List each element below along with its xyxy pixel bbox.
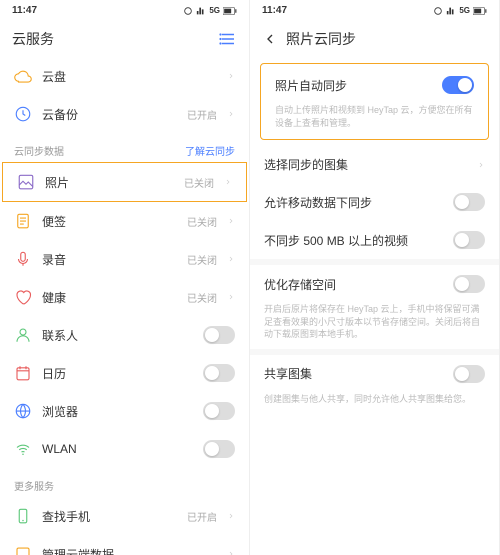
chevron-right-icon xyxy=(227,255,235,263)
section-title: 更多服务 xyxy=(14,478,54,493)
mic-icon xyxy=(14,250,32,268)
section-header: 云同步数据 了解云同步 xyxy=(0,133,249,162)
backup-icon xyxy=(14,105,32,123)
row-status: 已关闭 xyxy=(187,252,217,267)
status-time: 11:47 xyxy=(262,5,287,16)
heart-icon xyxy=(14,288,32,306)
find-phone-icon xyxy=(14,507,32,525)
row-find-phone[interactable]: 查找手机 已开启 xyxy=(0,497,249,535)
row-label: 管理云端数据 xyxy=(42,546,217,555)
status-bar: 11:47 5G xyxy=(0,0,249,21)
row-label: 便签 xyxy=(42,213,177,230)
row-label: WLAN xyxy=(42,442,193,456)
page-title: 云服务 xyxy=(12,29,211,49)
row-label: 健康 xyxy=(42,289,177,306)
wifi-icon xyxy=(14,440,32,458)
manage-icon xyxy=(14,545,32,555)
chevron-right-icon xyxy=(227,110,235,118)
row-browser[interactable]: 浏览器 xyxy=(0,392,249,430)
row-label: 录音 xyxy=(42,251,177,268)
row-share[interactable]: 共享图集 xyxy=(250,355,499,393)
page-title: 照片云同步 xyxy=(286,29,487,49)
chevron-right-icon xyxy=(227,550,235,555)
toggle-browser[interactable] xyxy=(203,402,235,420)
optimize-desc: 开启后原片将保存在 HeyTap 云上，手机中将保留可满足查看效果的小尺寸版本以… xyxy=(250,303,499,349)
row-select-albums[interactable]: 选择同步的图集 xyxy=(250,146,499,183)
learn-more-link[interactable]: 了解云同步 xyxy=(185,143,235,158)
row-status: 已关闭 xyxy=(187,290,217,305)
chevron-right-icon xyxy=(224,178,232,186)
row-status: 已关闭 xyxy=(187,214,217,229)
row-notes[interactable]: 便签 已关闭 xyxy=(0,202,249,240)
row-status: 已关闭 xyxy=(184,175,214,190)
status-time: 11:47 xyxy=(12,5,37,16)
row-label: 云备份 xyxy=(42,106,177,123)
list-icon[interactable] xyxy=(219,30,237,48)
chevron-right-icon xyxy=(227,72,235,80)
header: 云服务 xyxy=(0,21,249,57)
row-photos[interactable]: 照片 已关闭 xyxy=(2,162,247,202)
row-optimize[interactable]: 优化存储空间 xyxy=(250,265,499,303)
auto-sync-desc: 自动上传照片和视频到 HeyTap 云，方便您在所有设备上查看和管理。 xyxy=(261,104,488,137)
toggle-auto-sync[interactable] xyxy=(442,76,474,94)
row-cloud-disk[interactable]: 云盘 xyxy=(0,57,249,95)
contacts-icon xyxy=(14,326,32,344)
row-label: 日历 xyxy=(42,365,193,382)
toggle-share[interactable] xyxy=(453,365,485,383)
row-calendar[interactable]: 日历 xyxy=(0,354,249,392)
row-label: 照片 xyxy=(45,174,174,191)
toggle-mobile-data[interactable] xyxy=(453,193,485,211)
row-auto-sync[interactable]: 照片自动同步 xyxy=(261,66,488,104)
row-label: 优化存储空间 xyxy=(264,276,443,293)
toggle-calendar[interactable] xyxy=(203,364,235,382)
back-icon[interactable] xyxy=(262,31,278,47)
header: 照片云同步 xyxy=(250,21,499,57)
row-label: 照片自动同步 xyxy=(275,77,432,94)
toggle-skip-large[interactable] xyxy=(453,231,485,249)
auto-sync-card: 照片自动同步 自动上传照片和视频到 HeyTap 云，方便您在所有设备上查看和管… xyxy=(260,63,489,140)
chevron-right-icon xyxy=(227,293,235,301)
chevron-right-icon xyxy=(227,217,235,225)
row-wlan[interactable]: WLAN xyxy=(0,430,249,468)
row-label: 浏览器 xyxy=(42,403,193,420)
row-label: 选择同步的图集 xyxy=(264,156,467,173)
section-header: 更多服务 xyxy=(0,468,249,497)
status-icons: 5G xyxy=(183,6,237,16)
toggle-wlan[interactable] xyxy=(203,440,235,458)
row-cloud-backup[interactable]: 云备份 已开启 xyxy=(0,95,249,133)
row-label: 联系人 xyxy=(42,327,193,344)
row-manage-cloud[interactable]: 管理云端数据 xyxy=(0,535,249,555)
cloud-icon xyxy=(14,67,32,85)
notes-icon xyxy=(14,212,32,230)
row-mobile-data[interactable]: 允许移动数据下同步 xyxy=(250,183,499,221)
section-title: 云同步数据 xyxy=(14,143,64,158)
toggle-contacts[interactable] xyxy=(203,326,235,344)
toggle-optimize[interactable] xyxy=(453,275,485,293)
row-status: 已开启 xyxy=(187,509,217,524)
photo-icon xyxy=(17,173,35,191)
status-icons: 5G xyxy=(433,6,487,16)
browser-icon xyxy=(14,402,32,420)
row-health[interactable]: 健康 已关闭 xyxy=(0,278,249,316)
row-recordings[interactable]: 录音 已关闭 xyxy=(0,240,249,278)
row-label: 不同步 500 MB 以上的视频 xyxy=(264,232,443,249)
status-bar: 11:47 5G xyxy=(250,0,499,21)
calendar-icon xyxy=(14,364,32,382)
row-status: 已开启 xyxy=(187,107,217,122)
row-label: 云盘 xyxy=(42,68,217,85)
row-contacts[interactable]: 联系人 xyxy=(0,316,249,354)
share-desc: 创建图集与他人共享，同时允许他人共享图集给您。 xyxy=(250,393,499,414)
chevron-right-icon xyxy=(227,512,235,520)
row-label: 查找手机 xyxy=(42,508,177,525)
chevron-right-icon xyxy=(477,161,485,169)
row-label: 允许移动数据下同步 xyxy=(264,194,443,211)
row-skip-large[interactable]: 不同步 500 MB 以上的视频 xyxy=(250,221,499,259)
row-label: 共享图集 xyxy=(264,365,443,382)
